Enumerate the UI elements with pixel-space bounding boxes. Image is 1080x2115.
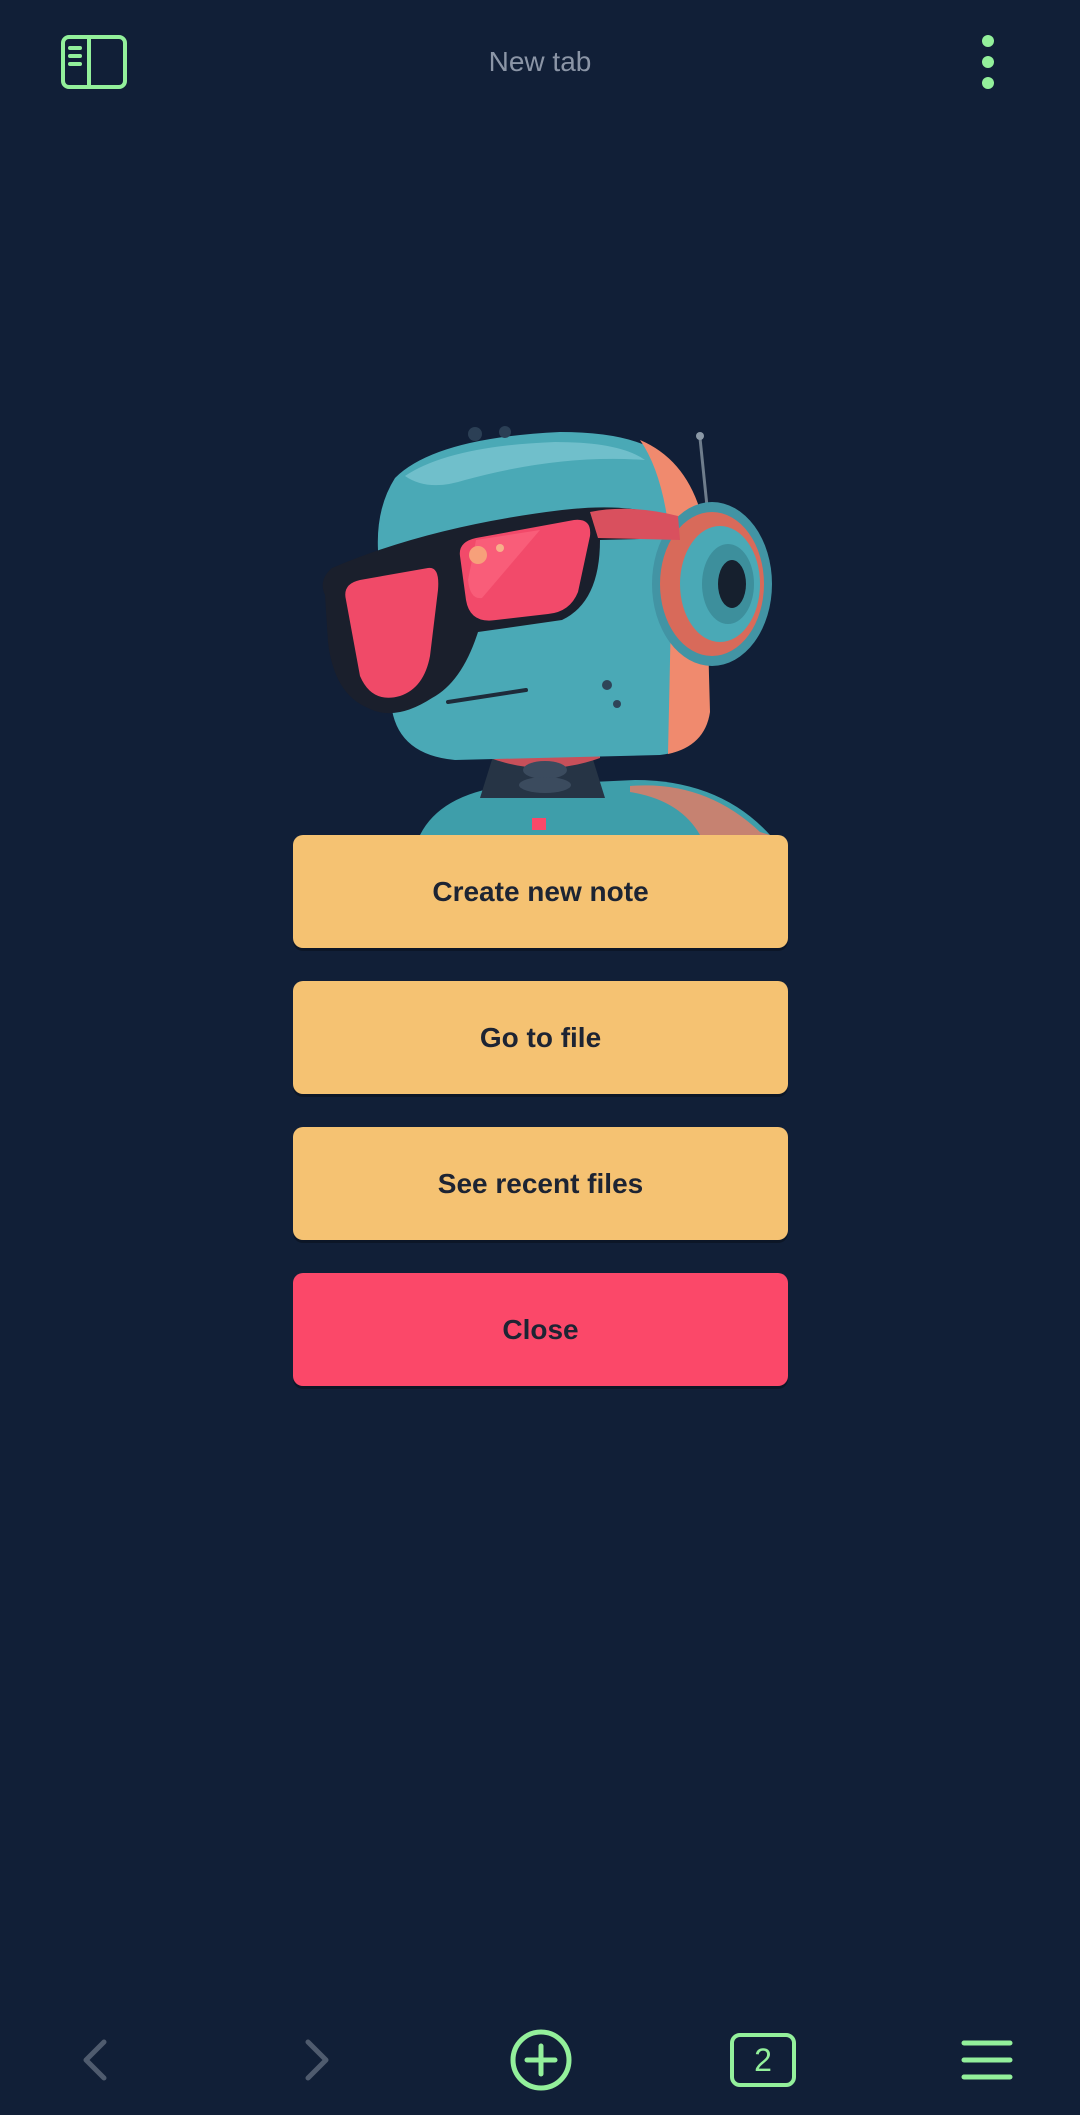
bottom-navigation: 2: [0, 2015, 1080, 2115]
menu-icon: [961, 2040, 1013, 2080]
tab-switcher-button[interactable]: 2: [718, 2015, 808, 2105]
chevron-left-icon: [83, 2039, 107, 2081]
new-tab-button[interactable]: [496, 2015, 586, 2105]
see-recent-files-button[interactable]: See recent files: [293, 1127, 788, 1240]
tab-title: New tab: [488, 46, 592, 77]
tab-count: 2: [754, 2041, 772, 2078]
app-header: New tab: [0, 0, 1080, 125]
more-options-button[interactable]: [958, 30, 1018, 94]
forward-button[interactable]: [272, 2015, 362, 2105]
go-to-file-button[interactable]: Go to file: [293, 981, 788, 1094]
close-button[interactable]: Close: [293, 1273, 788, 1386]
robot-illustration: [300, 420, 780, 835]
more-vertical-icon: [982, 35, 994, 89]
plus-circle-icon: [510, 2029, 572, 2091]
menu-button[interactable]: [942, 2015, 1032, 2105]
back-button[interactable]: [50, 2015, 140, 2105]
create-new-note-button[interactable]: Create new note: [293, 835, 788, 948]
chevron-right-icon: [305, 2039, 329, 2081]
new-tab-screen: New tab Create new note Go to file See r…: [0, 0, 1080, 2115]
